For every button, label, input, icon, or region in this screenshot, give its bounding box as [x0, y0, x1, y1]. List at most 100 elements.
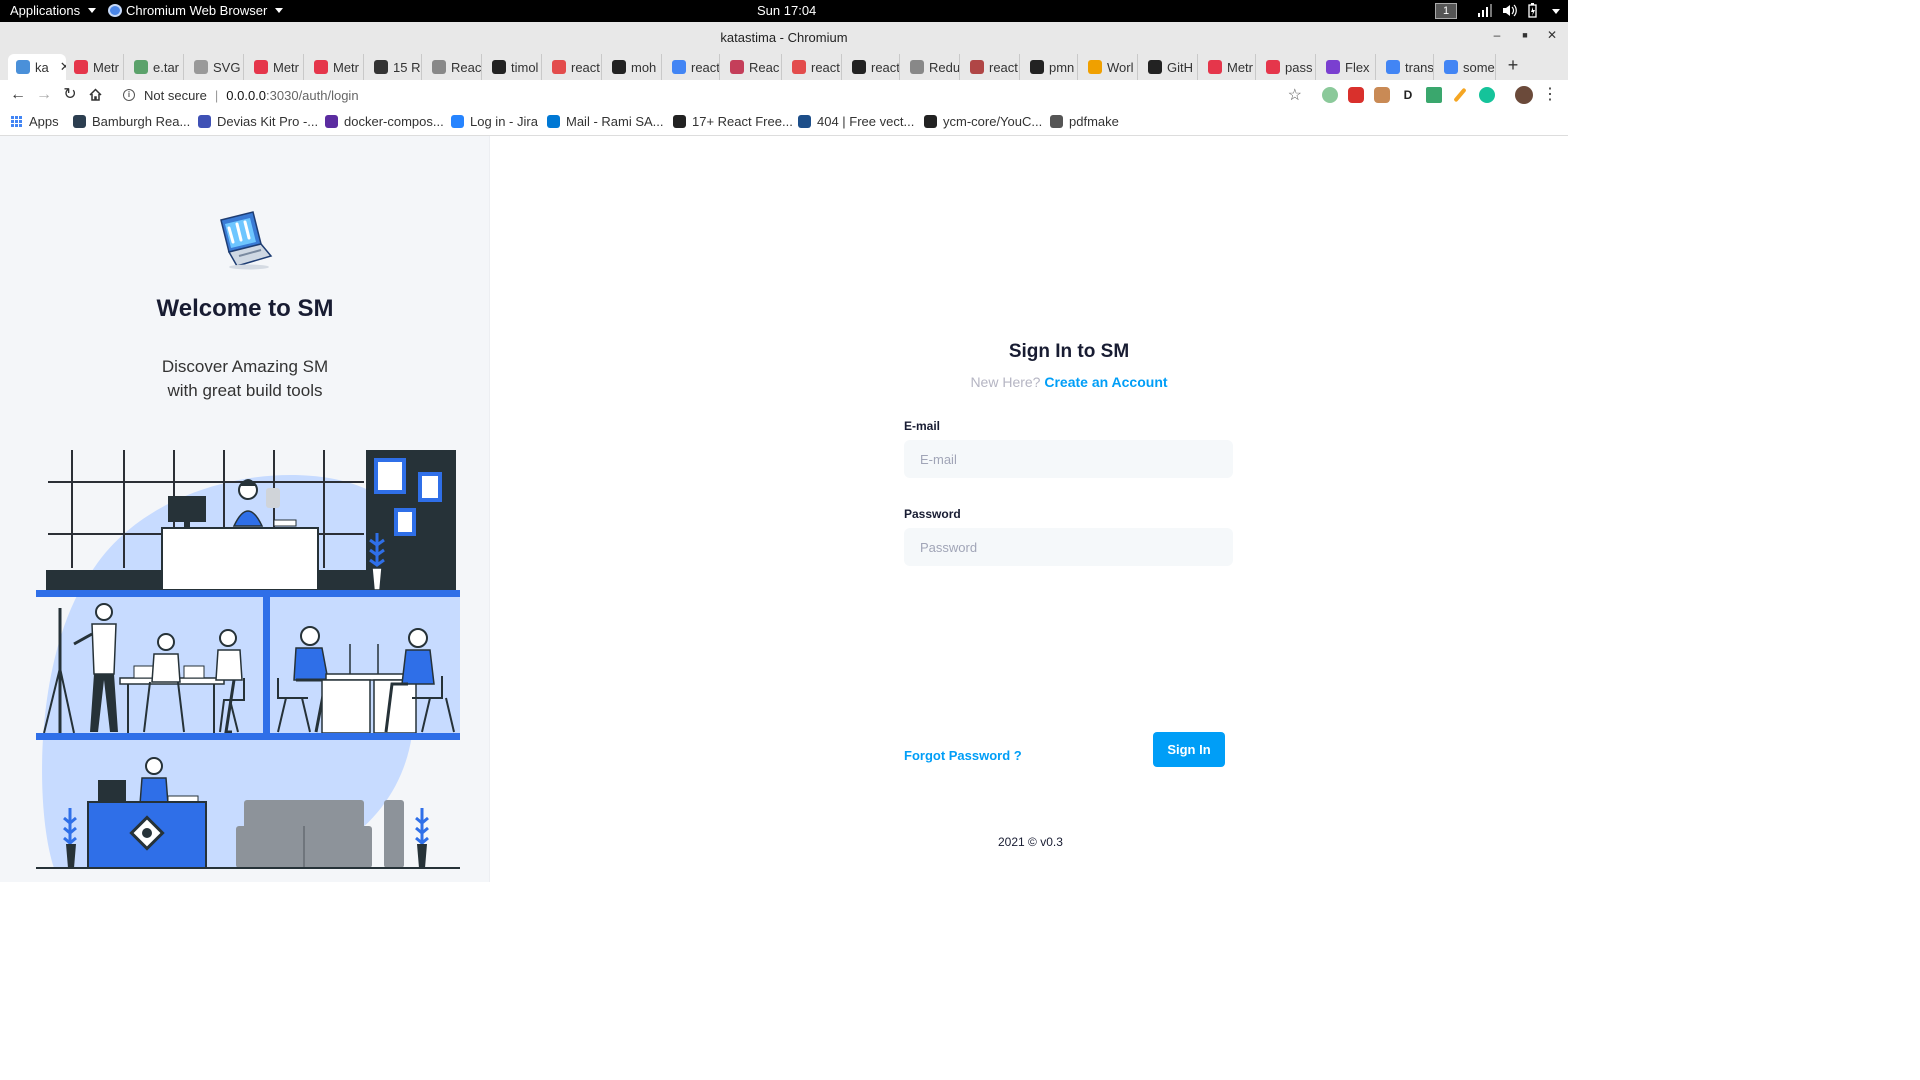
tab-label: Reac	[749, 59, 780, 75]
tab[interactable]: Metr	[306, 54, 364, 80]
url-path: :3030/auth/login	[266, 87, 359, 103]
tab[interactable]: 15 R	[366, 54, 422, 80]
extension-icon-1[interactable]	[1322, 87, 1338, 103]
chevron-down-icon	[88, 8, 97, 13]
tab-favicon-icon	[730, 60, 744, 74]
bookmark-item[interactable]: pdfmake	[1050, 114, 1119, 129]
tab[interactable]: react	[664, 54, 720, 80]
more-menu-icon[interactable]: ⋮	[1541, 86, 1559, 104]
tab[interactable]: react	[544, 54, 602, 80]
security-label[interactable]: Not secure	[144, 88, 207, 103]
bookmark-favicon-icon	[798, 115, 811, 128]
create-account-link[interactable]: Create an Account	[1044, 374, 1167, 390]
bookmark-item[interactable]: Mail - Rami SA...	[547, 114, 664, 129]
extension-icon-3[interactable]	[1374, 87, 1390, 103]
network-signal-icon[interactable]	[1478, 4, 1492, 17]
new-here-text: New Here?	[970, 374, 1041, 390]
bookmark-star-icon[interactable]: ☆	[1288, 85, 1302, 105]
applications-menu[interactable]: Applications	[10, 3, 97, 18]
battery-icon[interactable]	[1528, 3, 1537, 18]
tab-label: pmn	[1049, 59, 1075, 75]
password-group: Password	[904, 507, 1234, 566]
tab-favicon-icon	[194, 60, 208, 74]
tab[interactable]: Flex	[1318, 54, 1376, 80]
login-page: Welcome to SM Discover Amazing SM with g…	[0, 136, 1568, 882]
tab-label: SVG	[213, 59, 241, 75]
password-field[interactable]	[904, 528, 1233, 566]
bookmarks-bar: Apps Bamburgh Rea... Devias Kit Pro -... do…	[0, 110, 1568, 136]
tab[interactable]: react	[962, 54, 1020, 80]
workspace-indicator[interactable]: 1	[1435, 3, 1457, 19]
tab-favicon-icon	[1030, 60, 1044, 74]
forgot-password-link[interactable]: Forgot Password ?	[904, 748, 1022, 763]
bookmark-item[interactable]: Log in - Jira	[451, 114, 538, 129]
tab[interactable]: react	[784, 54, 842, 80]
tab[interactable]: pmn	[1022, 54, 1078, 80]
tab-label: Metr	[1227, 59, 1253, 75]
grammarly-icon[interactable]	[1479, 87, 1495, 103]
close-window-icon[interactable]: ✕	[1545, 28, 1559, 42]
tab[interactable]: pass	[1258, 54, 1316, 80]
bookmark-label: Devias Kit Pro -...	[217, 114, 319, 129]
tab[interactable]: react	[844, 54, 900, 80]
tab[interactable]: GitH	[1140, 54, 1198, 80]
forward-arrow-icon[interactable]: →	[35, 86, 53, 104]
extension-icon-2[interactable]	[1348, 87, 1364, 103]
tab-active[interactable]: ka ✕	[8, 54, 66, 80]
login-aside: Welcome to SM Discover Amazing SM with g…	[0, 136, 490, 882]
tab[interactable]: Metr	[66, 54, 124, 80]
extension-icon-5[interactable]	[1426, 87, 1442, 103]
bookmark-item[interactable]: Devias Kit Pro -...	[198, 114, 318, 129]
tab-label: react	[871, 59, 900, 75]
tab-label: moh	[631, 59, 657, 75]
volume-icon[interactable]	[1502, 4, 1517, 17]
back-arrow-icon[interactable]: ←	[9, 86, 27, 104]
url-host: 0.0.0.0	[226, 87, 267, 103]
tab[interactable]: some	[1436, 54, 1496, 80]
tab-favicon-icon	[74, 60, 88, 74]
tab[interactable]: Reac	[424, 54, 482, 80]
pencil-extension-icon[interactable]	[1453, 87, 1467, 103]
bookmark-item[interactable]: Bamburgh Rea...	[73, 114, 190, 129]
tab-favicon-icon	[1148, 60, 1162, 74]
address-bar[interactable]: i Not secure | 0.0.0.0:3030/auth/login ☆	[115, 83, 1310, 107]
bookmark-favicon-icon	[325, 115, 338, 128]
bookmark-item[interactable]: 404 | Free vect...	[798, 114, 914, 129]
chromium-icon	[108, 4, 122, 17]
tab-favicon-icon	[374, 60, 388, 74]
info-icon[interactable]: i	[123, 89, 135, 101]
bookmark-item[interactable]: docker-compos...	[325, 114, 444, 129]
tab[interactable]: Reac	[722, 54, 782, 80]
maximize-icon[interactable]: ■	[1518, 28, 1532, 42]
system-menu-chevron-icon[interactable]	[1552, 9, 1560, 14]
email-field[interactable]	[904, 440, 1233, 478]
tab[interactable]: e.tar	[126, 54, 184, 80]
tab[interactable]: Redu	[902, 54, 960, 80]
signin-button[interactable]: Sign In	[1153, 732, 1225, 767]
apps-shortcut[interactable]: Apps	[11, 114, 59, 129]
tab[interactable]: trans	[1378, 54, 1434, 80]
tab[interactable]: Metr	[246, 54, 304, 80]
tab-label: timol	[511, 59, 539, 75]
office-building-illustration	[36, 450, 460, 869]
browser-toolbar: ← → ↻ i Not secure | 0.0.0.0:3030/auth/l…	[0, 80, 1568, 110]
reload-icon[interactable]: ↻	[61, 86, 79, 104]
tab[interactable]: SVG	[186, 54, 244, 80]
avatar[interactable]	[1515, 86, 1533, 104]
footer-version: 2021 © v0.3	[998, 835, 1063, 849]
tab[interactable]: Worl	[1080, 54, 1138, 80]
new-tab-button[interactable]: +	[1505, 56, 1521, 74]
home-icon[interactable]	[88, 87, 103, 102]
tab[interactable]: moh	[604, 54, 662, 80]
bookmark-item[interactable]: ycm-core/YouC...	[924, 114, 1042, 129]
bookmark-item[interactable]: 17+ React Free...	[673, 114, 793, 129]
tab-favicon-icon	[612, 60, 626, 74]
minimize-icon[interactable]: ‒	[1490, 28, 1504, 42]
apps-grid-icon	[11, 115, 23, 128]
tab[interactable]: timol	[484, 54, 542, 80]
clock[interactable]: Sun 17:04	[757, 3, 816, 18]
tab[interactable]: Metr	[1200, 54, 1256, 80]
extension-icon-4[interactable]: D	[1400, 87, 1416, 103]
signin-form: Sign In to SM New Here? Create an Accoun…	[904, 341, 1234, 767]
browser-app-menu[interactable]: Chromium Web Browser	[108, 3, 284, 18]
